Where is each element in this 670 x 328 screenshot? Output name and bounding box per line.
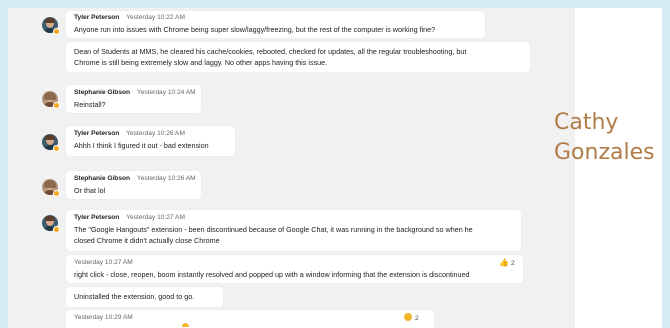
message-text-line-2: closed Chrome it didn't actually close C… [74, 236, 220, 245]
message-author[interactable]: Tyler Peterson [74, 14, 119, 21]
watermark-first-name: Cathy [554, 110, 619, 135]
watermark-last-name: Gonzales [554, 140, 655, 165]
presence-status-icon [53, 190, 60, 197]
message-text: Uninstalled the extension, good to go. [74, 292, 195, 301]
partial-emoji-icon [182, 323, 189, 327]
message-text-line-2: Chrome is still being extremely slow and… [74, 58, 328, 67]
message-text: Or that lol [74, 186, 106, 195]
message-timestamp: Yesterday 10:22 AM [126, 14, 185, 21]
message-text-line-1: Dean of Students at MMS, he cleared his … [74, 47, 467, 56]
presence-status-icon [53, 28, 60, 35]
presence-status-icon [53, 145, 60, 152]
message-bubble[interactable]: Tyler Peterson Yesterday 10:26 AM Ahhh I… [66, 126, 235, 156]
message-timestamp: Yesterday 10:27 AM [126, 214, 185, 221]
reaction-button[interactable]: 2 [404, 313, 419, 322]
message-author[interactable]: Stephanie Gibson [74, 175, 130, 182]
message-text: Reinstall? [74, 100, 106, 109]
message-text-line-1: The "Google Hangouts" extension - been d… [74, 225, 473, 234]
message-timestamp: Yesterday 10:24 AM [136, 89, 196, 96]
message-timestamp: Yesterday 10:26 AM [126, 130, 185, 137]
presence-status-icon [53, 102, 60, 109]
message-text: Ahhh I think I figured it out - bad exte… [74, 141, 209, 150]
presence-status-icon [53, 226, 60, 233]
thumbs-up-icon: 👍 [499, 258, 509, 267]
message-bubble[interactable]: Uninstalled the extension, good to go. [66, 287, 223, 307]
message-timestamp: Yesterday 10:26 AM [136, 175, 196, 182]
reaction-count: 2 [415, 315, 419, 322]
message-bubble[interactable]: Stephanie Gibson Yesterday 10:24 AM Rein… [66, 85, 201, 113]
reaction-count: 2 [510, 260, 515, 267]
message-timestamp: Yesterday 10:29 AM [74, 314, 133, 321]
message-bubble[interactable]: Stephanie Gibson Yesterday 10:26 AM Or t… [66, 171, 201, 199]
message-author[interactable]: Stephanie Gibson [74, 89, 130, 96]
laugh-emoji-icon [404, 313, 412, 321]
reaction-button[interactable]: 👍 2 [499, 258, 515, 267]
name-watermark: Cathy Gonzales [554, 108, 655, 168]
chat-thread[interactable]: Tyler Peterson Yesterday 10:22 AM Anyone… [8, 8, 575, 328]
message-text: Anyone run into issues with Chrome being… [74, 25, 436, 34]
message-bubble[interactable]: Dean of Students at MMS, he cleared his … [66, 42, 530, 72]
message-bubble[interactable]: Tyler Peterson Yesterday 10:27 AM The "G… [66, 210, 521, 251]
message-author[interactable]: Tyler Peterson [74, 130, 119, 137]
message-author[interactable]: Tyler Peterson [74, 214, 119, 221]
message-bubble[interactable]: Yesterday 10:27 AM right click - close, … [66, 255, 523, 283]
message-bubble[interactable]: Tyler Peterson Yesterday 10:22 AM Anyone… [66, 11, 485, 38]
message-timestamp: Yesterday 10:27 AM [74, 259, 133, 266]
message-text: right click - close, reopen, boom instan… [74, 270, 470, 279]
message-bubble[interactable]: Yesterday 10:29 AM 2 [66, 310, 434, 328]
